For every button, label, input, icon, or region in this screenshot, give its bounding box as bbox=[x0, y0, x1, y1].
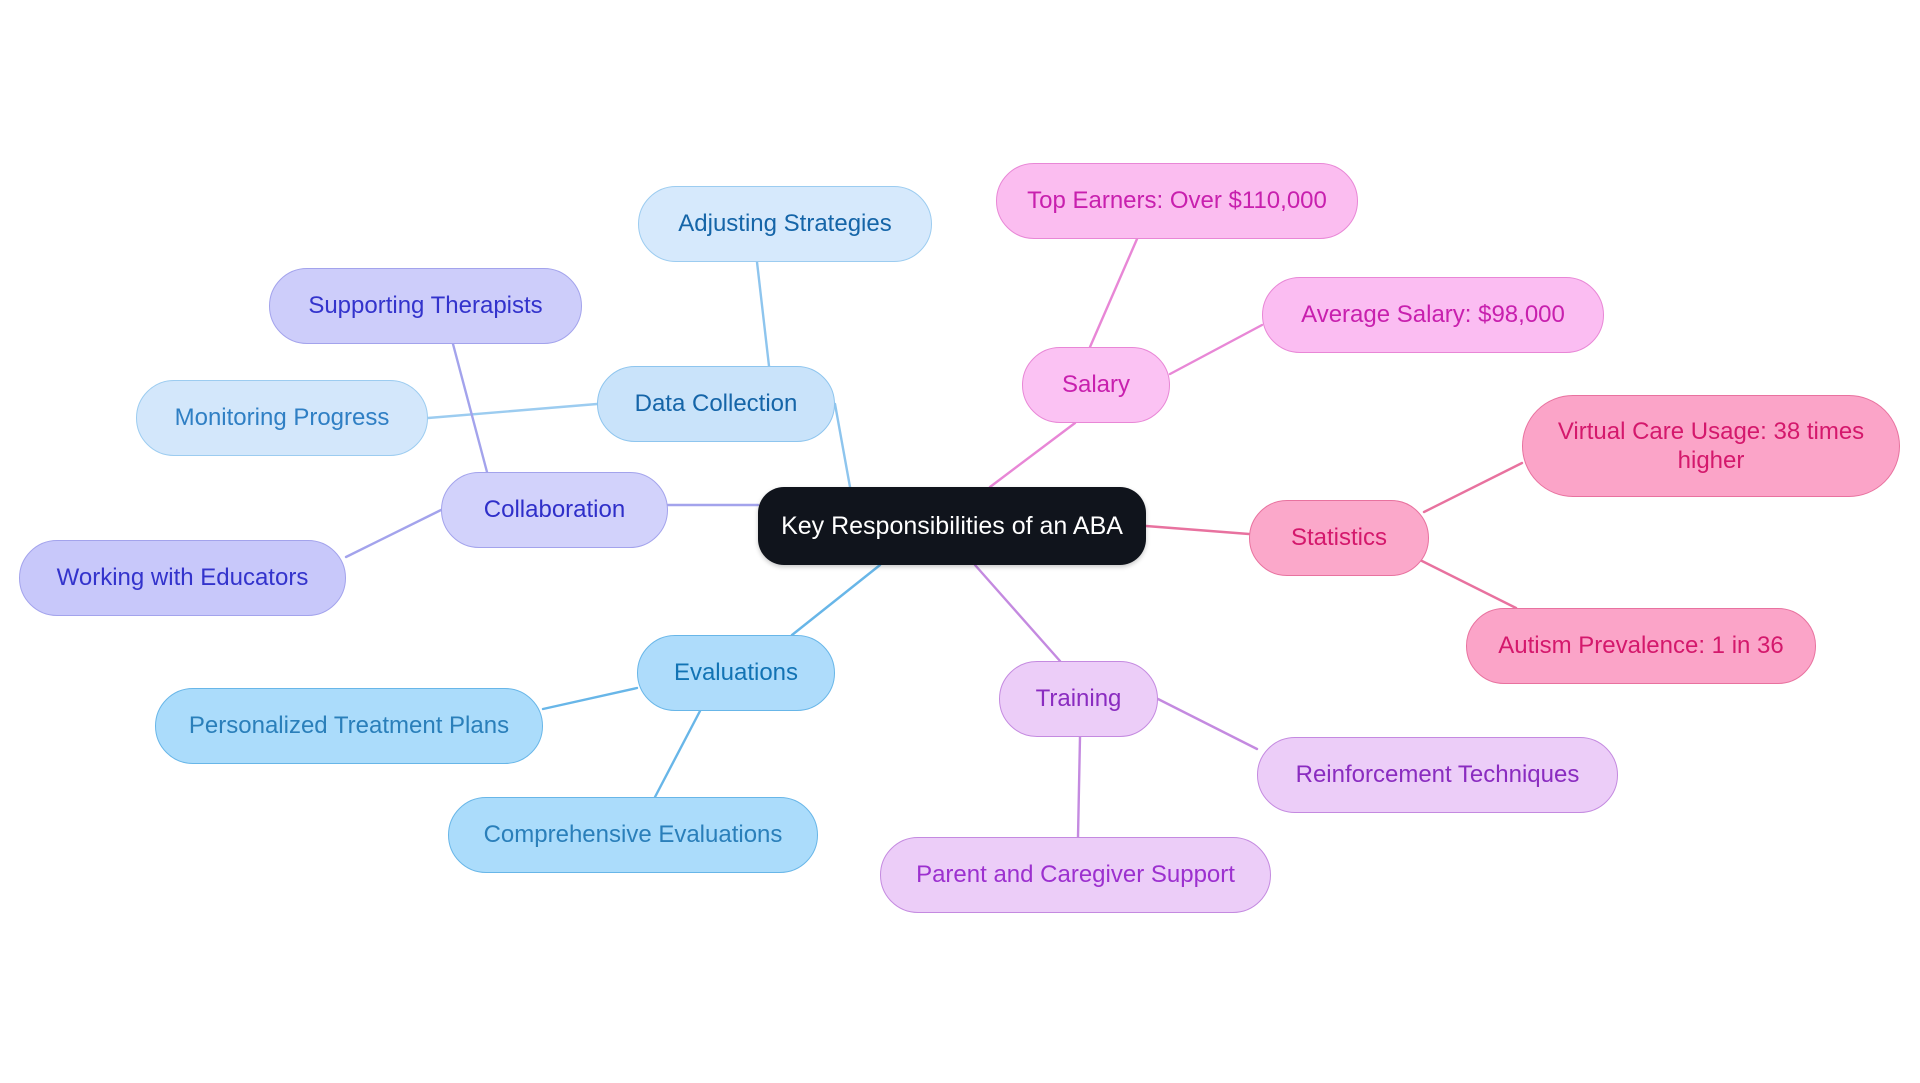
edge-training-reinforcement bbox=[1156, 697, 1259, 751]
edge-training-parent-support bbox=[1076, 735, 1082, 839]
edge-salary-average bbox=[1168, 323, 1264, 376]
leaf-node-reinforcement-techniques[interactable]: Reinforcement Techniques bbox=[1257, 737, 1618, 813]
branch-node-evaluations[interactable]: Evaluations bbox=[637, 635, 835, 711]
branch-node-statistics[interactable]: Statistics bbox=[1249, 500, 1429, 576]
branch-node-salary[interactable]: Salary bbox=[1022, 347, 1170, 423]
leaf-node-personalized-treatment-plans[interactable]: Personalized Treatment Plans bbox=[155, 688, 543, 764]
edge-statistics-autism bbox=[1418, 558, 1518, 610]
leaf-node-adjusting-strategies[interactable]: Adjusting Strategies bbox=[638, 186, 932, 262]
edge-statistics-virtual-care bbox=[1422, 461, 1524, 514]
leaf-node-working-with-educators[interactable]: Working with Educators bbox=[19, 540, 346, 616]
edge-root-training bbox=[973, 563, 1062, 663]
leaf-node-comprehensive-evaluations[interactable]: Comprehensive Evaluations bbox=[448, 797, 818, 873]
edge-salary-top-earners bbox=[1088, 237, 1139, 349]
branch-node-collaboration[interactable]: Collaboration bbox=[441, 472, 668, 548]
branch-node-data-collection[interactable]: Data Collection bbox=[597, 366, 835, 442]
leaf-node-autism-prevalence[interactable]: Autism Prevalence: 1 in 36 bbox=[1466, 608, 1816, 684]
edge-root-evaluations bbox=[790, 563, 882, 637]
leaf-node-parent-and-caregiver-support[interactable]: Parent and Caregiver Support bbox=[880, 837, 1271, 913]
mindmap-canvas: Key Responsibilities of an ABA Data Coll… bbox=[0, 0, 1920, 1083]
edge-data-collection-adjusting bbox=[755, 260, 771, 368]
edge-collaboration-supporting bbox=[451, 342, 489, 474]
leaf-node-supporting-therapists[interactable]: Supporting Therapists bbox=[269, 268, 582, 344]
edge-root-statistics bbox=[1144, 524, 1251, 536]
leaf-node-average-salary[interactable]: Average Salary: $98,000 bbox=[1262, 277, 1604, 353]
leaf-node-monitoring-progress[interactable]: Monitoring Progress bbox=[136, 380, 428, 456]
edge-evaluations-comprehensive bbox=[653, 709, 702, 799]
edge-root-salary bbox=[988, 421, 1077, 489]
root-node-key-responsibilities[interactable]: Key Responsibilities of an ABA bbox=[758, 487, 1146, 565]
edge-collaboration-educators bbox=[344, 508, 443, 559]
leaf-node-top-earners[interactable]: Top Earners: Over $110,000 bbox=[996, 163, 1358, 239]
branch-node-training[interactable]: Training bbox=[999, 661, 1158, 737]
edge-data-collection-monitoring bbox=[426, 402, 599, 420]
leaf-node-virtual-care-usage[interactable]: Virtual Care Usage: 38 times higher bbox=[1522, 395, 1900, 497]
edge-evaluations-personalized bbox=[541, 686, 639, 711]
edge-root-data-collection bbox=[833, 402, 852, 489]
